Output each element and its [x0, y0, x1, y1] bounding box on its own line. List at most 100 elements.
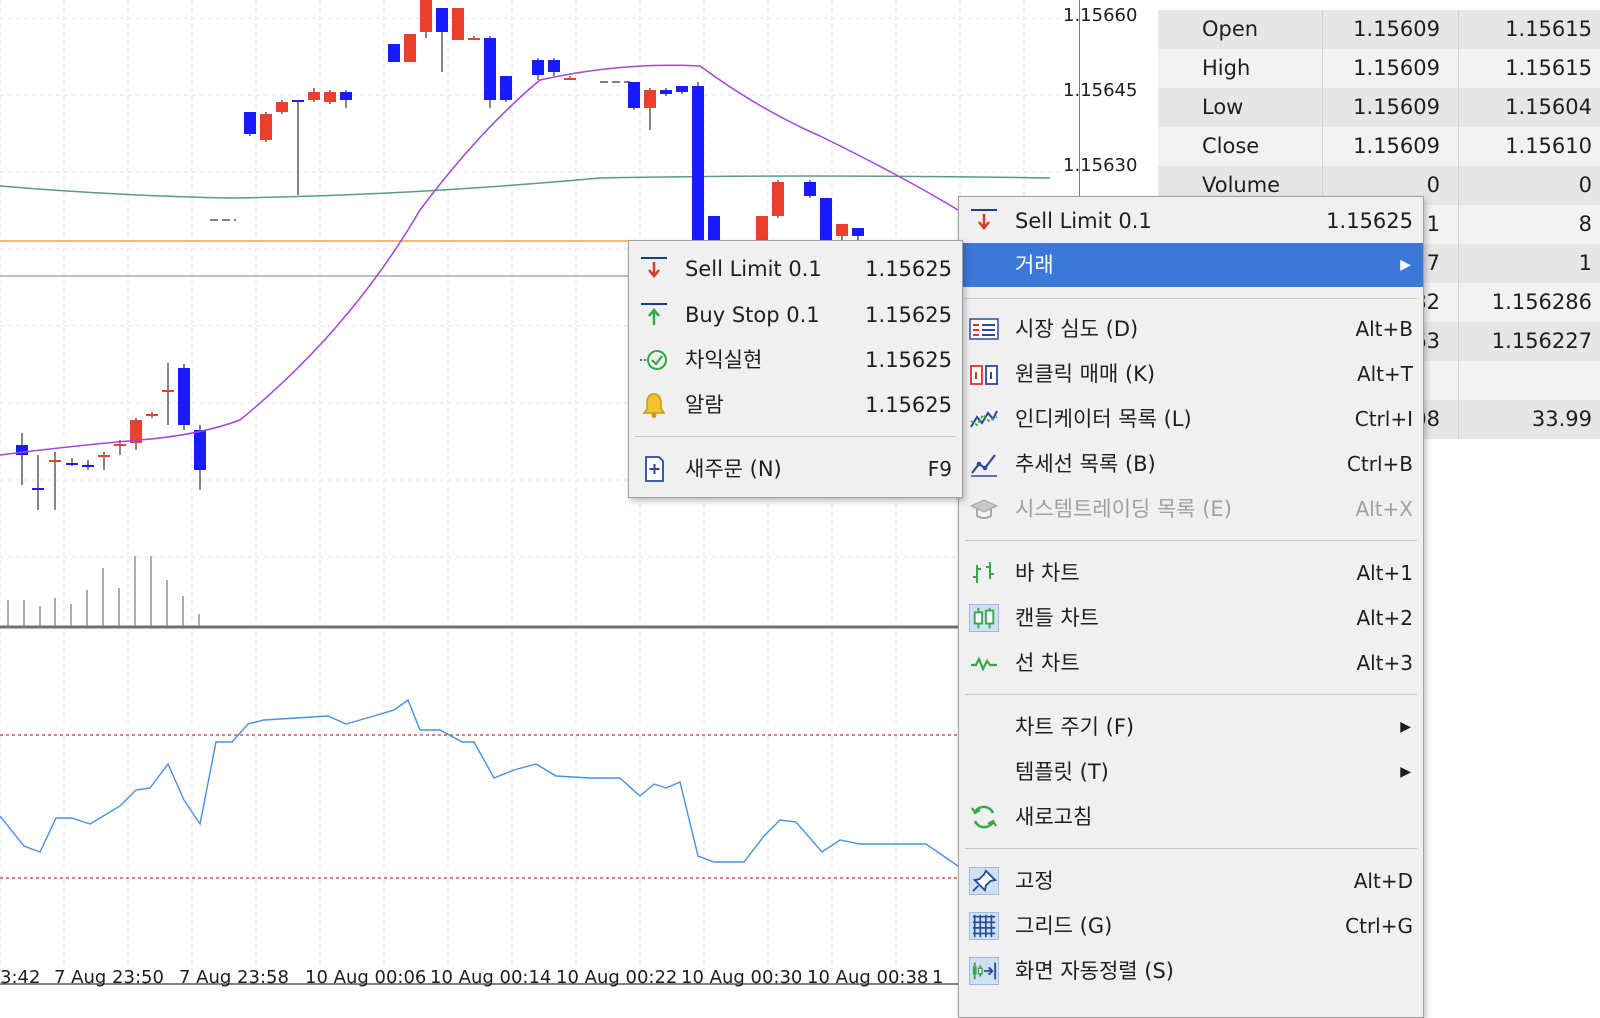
template-item[interactable]: 템플릿 (T) ▶: [959, 750, 1423, 794]
candle-body: [260, 114, 272, 140]
pin-icon: [969, 867, 999, 895]
candle-body: [436, 8, 448, 32]
menu-separator: [965, 298, 1417, 299]
pin-item[interactable]: 고정 Alt+D: [959, 859, 1423, 903]
chart-canvas[interactable]: [0, 0, 1080, 1012]
new-order-icon: [639, 455, 669, 483]
menu-item-price: 1.15625: [865, 348, 952, 372]
refresh-icon: [969, 803, 999, 831]
column-divider: [1458, 400, 1459, 439]
indicator-list-item[interactable]: 인디케이터 목록 (L) Ctrl+I: [959, 397, 1423, 441]
data-window-value: 0: [1426, 173, 1440, 197]
price-chart[interactable]: [0, 0, 1080, 1012]
menu-item-label: 차트 주기 (F): [1015, 715, 1135, 739]
candle-body: [324, 92, 336, 102]
data-window-value: 1.15615: [1505, 17, 1592, 41]
alarm-item[interactable]: 알람 1.15625: [629, 383, 962, 427]
timeframe-item[interactable]: 차트 주기 (F) ▶: [959, 705, 1423, 749]
line-chart-icon: [969, 649, 999, 677]
market-depth-item[interactable]: 시장 심도 (D) Alt+B: [959, 307, 1423, 351]
column-divider: [1458, 322, 1459, 361]
buy-stop-item[interactable]: Buy Stop 0.1 1.15625: [629, 293, 962, 337]
trade-menu-item[interactable]: 거래 ▶: [959, 243, 1423, 287]
candle-body: [114, 444, 126, 446]
menu-separator: [965, 694, 1417, 695]
candle-body: [452, 8, 464, 40]
menu-item-label: Sell Limit 0.1: [685, 257, 822, 281]
chart-context-menu: Sell Limit 0.1 1.15625 거래 ▶ 시장 심도 (D) Al…: [958, 196, 1424, 1018]
data-window-value: 8: [1578, 212, 1592, 236]
refresh-item[interactable]: 새로고침: [959, 795, 1423, 839]
time-label: 10 Aug 00:22: [556, 967, 678, 988]
bar-chart-item[interactable]: 바 차트 Alt+1: [959, 551, 1423, 595]
column-divider: [1458, 127, 1459, 166]
price-label: 1.15645: [1063, 80, 1138, 101]
trendline-icon: [969, 450, 999, 478]
candle-body: [162, 390, 174, 392]
graduation-cap-icon: [969, 495, 999, 523]
data-window-value: 1.15609: [1353, 134, 1440, 158]
menu-item-shortcut: Alt+2: [1356, 606, 1413, 630]
new-order-item[interactable]: 새주문 (N) F9: [629, 447, 962, 491]
menu-item-price: 1.15625: [865, 393, 952, 417]
candle-body: [468, 38, 480, 40]
data-window-value: 1.15609: [1353, 56, 1440, 80]
sell-limit-item[interactable]: Sell Limit 0.1 1.15625: [629, 247, 962, 291]
menu-separator: [635, 436, 956, 437]
time-label: 7 Aug 23:50: [54, 967, 164, 988]
time-label: 1: [932, 967, 944, 988]
quick-sell-limit-item[interactable]: Sell Limit 0.1 1.15625: [959, 199, 1423, 243]
candle-body: [820, 198, 832, 240]
auto-scroll-item[interactable]: 화면 자동정렬 (S): [959, 949, 1423, 993]
menu-item-price: 1.15625: [865, 303, 952, 327]
data-window-value: 1: [1426, 212, 1440, 236]
candle-body: [82, 465, 94, 467]
menu-item-shortcut: Alt+T: [1356, 362, 1413, 386]
menu-item-label: 캔들 차트: [1015, 606, 1099, 630]
data-window-value: 7: [1426, 251, 1440, 275]
column-divider: [1458, 88, 1459, 127]
data-window-row: Low 1.15609 1.15604: [1158, 88, 1600, 127]
column-divider: [1458, 166, 1459, 205]
one-click-trading-item[interactable]: 원클릭 매매 (K) Alt+T: [959, 352, 1423, 396]
candle-body: [484, 38, 496, 100]
column-divider: [1322, 88, 1323, 127]
time-label: 3:42: [0, 967, 41, 988]
data-window-value: 1.15609: [1353, 95, 1440, 119]
candle-body: [308, 92, 320, 100]
candle-body: [676, 86, 688, 92]
line-chart-item[interactable]: 선 차트 Alt+3: [959, 641, 1423, 685]
menu-item-shortcut: Ctrl+B: [1346, 452, 1413, 476]
candle-body: [98, 455, 110, 457]
data-window-value: 0: [1578, 173, 1592, 197]
bell-icon: [639, 391, 669, 419]
take-profit-item[interactable]: 차익실현 1.15625: [629, 338, 962, 382]
column-divider: [1458, 244, 1459, 283]
column-divider: [1458, 205, 1459, 244]
candle-body: [564, 78, 576, 80]
data-window-value: 1.15615: [1505, 56, 1592, 80]
time-label: 10 Aug 00:38: [807, 967, 929, 988]
grid-item[interactable]: 그리드 (G) Ctrl+G: [959, 904, 1423, 948]
candle-chart-icon: [969, 604, 999, 632]
menu-item-shortcut: Alt+1: [1356, 561, 1413, 585]
menu-item-label: 차익실현: [685, 348, 763, 372]
candle-body: [772, 182, 784, 216]
one-click-trading-icon: [969, 360, 999, 388]
menu-item-shortcut: Ctrl+I: [1354, 407, 1413, 431]
menu-item-label: 새주문 (N): [685, 457, 782, 481]
candle-body: [420, 0, 432, 32]
menu-item-label: 고정: [1015, 869, 1054, 893]
menu-item-shortcut: Alt+D: [1353, 869, 1413, 893]
candle-body: [500, 76, 512, 100]
menu-item-label: 선 차트: [1015, 651, 1080, 675]
data-window-value: 33.99: [1531, 407, 1592, 431]
candle-body: [66, 463, 78, 465]
menu-item-shortcut: F9: [927, 457, 952, 481]
column-divider: [1458, 283, 1459, 322]
candle-body: [49, 460, 61, 462]
menu-item-label: 화면 자동정렬 (S): [1015, 959, 1174, 983]
trendline-list-item[interactable]: 추세선 목록 (B) Ctrl+B: [959, 442, 1423, 486]
data-window-value: 1.15609: [1353, 17, 1440, 41]
candle-chart-item[interactable]: 캔들 차트 Alt+2: [959, 596, 1423, 640]
